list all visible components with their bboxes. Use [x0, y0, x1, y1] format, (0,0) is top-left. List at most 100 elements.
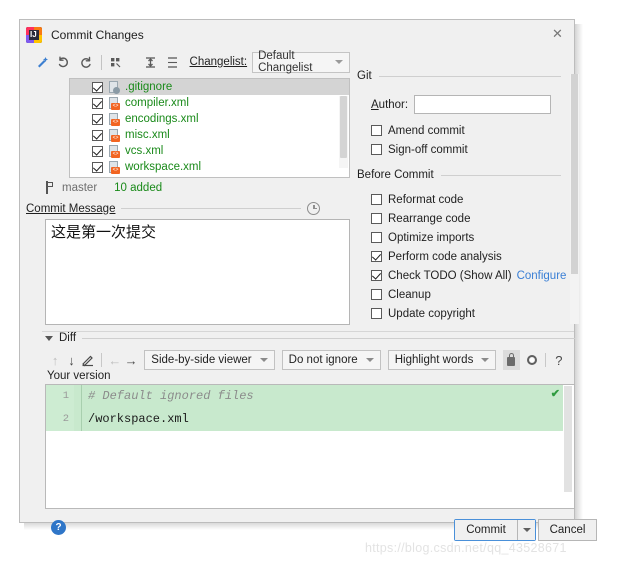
- branch-status: master 10 added: [45, 181, 162, 194]
- rearrange-code-checkbox[interactable]: Rearrange code: [357, 209, 579, 228]
- option-label: Rearrange code: [388, 212, 471, 225]
- file-checkbox[interactable]: [92, 161, 103, 173]
- file-list-item[interactable]: <> encodings.xml: [70, 111, 349, 127]
- option-label: Perform code analysis: [388, 250, 502, 263]
- option-label: Cleanup: [388, 288, 431, 301]
- collapse-all-icon[interactable]: [162, 51, 183, 73]
- previous-difference-icon[interactable]: ↑: [47, 350, 63, 370]
- diff-toolbar-separator: [544, 353, 546, 367]
- option-label: Reformat code: [388, 193, 464, 206]
- xml-file-icon: <>: [108, 112, 121, 126]
- file-name: encodings.xml: [125, 113, 199, 125]
- file-list-scrollbar[interactable]: [339, 96, 348, 168]
- highlight-dropdown[interactable]: Highlight words: [387, 350, 497, 370]
- chevron-down-icon: [522, 528, 531, 532]
- commit-changes-dialog: IJ Commit Changes ✕ Changelist: Default …: [19, 19, 597, 541]
- diff-line: # Default ignored files: [88, 389, 254, 403]
- options-scrollbar[interactable]: [570, 74, 579, 324]
- check-todo-checkbox[interactable]: Check TODO (Show All) Configure: [357, 266, 579, 285]
- file-name: .gitignore: [125, 81, 173, 93]
- diff-section-header[interactable]: Diff: [45, 332, 575, 344]
- cleanup-checkbox[interactable]: Cleanup: [357, 285, 579, 304]
- diff-line: /workspace.xml: [88, 412, 189, 426]
- changelist-dropdown[interactable]: Default Changelist: [252, 50, 351, 74]
- chevron-down-icon: [481, 358, 490, 362]
- intellij-idea-icon: IJ: [26, 26, 42, 43]
- section-divider: [82, 337, 575, 339]
- file-list-item[interactable]: .gitignore: [70, 79, 349, 95]
- next-difference-icon[interactable]: ↓: [63, 350, 79, 370]
- option-label: Amend commit: [388, 124, 465, 137]
- commit-button[interactable]: Commit: [455, 520, 518, 540]
- branch-name: master: [62, 181, 98, 194]
- file-checkbox[interactable]: [92, 113, 103, 125]
- show-diff-icon[interactable]: [32, 51, 53, 73]
- cancel-button[interactable]: Cancel: [538, 519, 597, 541]
- file-checkbox[interactable]: [92, 97, 103, 109]
- checkbox-box: [371, 213, 382, 224]
- file-checkbox[interactable]: [92, 81, 103, 93]
- file-list-item[interactable]: <> misc.xml: [70, 127, 349, 143]
- line-number: 1: [62, 390, 69, 402]
- xml-file-icon: <>: [108, 128, 121, 142]
- expand-all-icon[interactable]: [141, 51, 162, 73]
- commit-options-panel: Git Author: Amend commit Sign-off commit…: [357, 70, 579, 328]
- clock-icon[interactable]: [307, 202, 321, 215]
- checkbox-box: [371, 308, 382, 319]
- close-icon[interactable]: ✕: [541, 20, 574, 48]
- optimize-imports-checkbox[interactable]: Optimize imports: [357, 228, 579, 247]
- file-list-item[interactable]: <> vcs.xml: [70, 143, 349, 159]
- file-checkbox[interactable]: [92, 129, 103, 141]
- next-file-icon[interactable]: →: [123, 350, 139, 370]
- viewer-mode-dropdown[interactable]: Side-by-side viewer: [144, 350, 275, 370]
- highlight-value: Highlight words: [394, 354, 474, 366]
- checkbox-box: [371, 270, 382, 281]
- rollback-icon[interactable]: [54, 51, 75, 73]
- dialog-titlebar: IJ Commit Changes ✕: [20, 20, 574, 49]
- perform-code-analysis-checkbox[interactable]: Perform code analysis: [357, 247, 579, 266]
- file-name: vcs.xml: [125, 145, 164, 157]
- group-by-icon[interactable]: [105, 51, 126, 73]
- commit-options-dropdown[interactable]: [518, 520, 535, 540]
- author-label: Author:: [371, 98, 409, 111]
- configure-link[interactable]: Configure: [517, 270, 567, 282]
- file-list-item[interactable]: <> compiler.xml: [70, 95, 349, 111]
- before-commit-section-title: Before Commit: [357, 169, 579, 181]
- help-icon[interactable]: ?: [551, 350, 567, 370]
- chevron-down-icon: [45, 335, 53, 341]
- gear-icon[interactable]: [524, 350, 540, 370]
- author-input[interactable]: [414, 95, 552, 114]
- viewer-mode-value: Side-by-side viewer: [151, 354, 252, 366]
- commit-message-input[interactable]: 这是第一次提交: [45, 219, 350, 325]
- whitespace-dropdown[interactable]: Do not ignore: [281, 350, 381, 370]
- diff-scrollbar[interactable]: [563, 386, 573, 507]
- added-count: 10 added: [114, 181, 163, 194]
- file-checkbox[interactable]: [92, 145, 103, 157]
- diff-lines: # Default ignored files /workspace.xml: [74, 385, 563, 431]
- checkbox-box: [371, 144, 382, 155]
- changelist-label: Changelist:: [189, 56, 248, 68]
- edit-source-icon[interactable]: [80, 350, 96, 370]
- reformat-code-checkbox[interactable]: Reformat code: [357, 190, 579, 209]
- option-label: Sign-off commit: [388, 143, 468, 156]
- previous-file-icon[interactable]: ←: [107, 350, 123, 370]
- file-name: compiler.xml: [125, 97, 189, 109]
- diff-viewer[interactable]: # Default ignored files /workspace.xml 1…: [45, 384, 575, 509]
- option-label: Update copyright: [388, 307, 475, 320]
- commit-button-group: Commit: [454, 519, 536, 541]
- whitespace-value: Do not ignore: [288, 354, 358, 366]
- diff-ok-icon: ✔: [550, 388, 560, 400]
- changed-files-list[interactable]: .gitignore <> compiler.xml <> encodings.…: [69, 78, 350, 178]
- sign-off-commit-checkbox[interactable]: Sign-off commit: [357, 140, 579, 159]
- help-button[interactable]: ?: [51, 520, 66, 535]
- amend-commit-checkbox[interactable]: Amend commit: [357, 121, 579, 140]
- lock-icon[interactable]: [503, 350, 520, 370]
- xml-file-icon: <>: [108, 144, 121, 158]
- file-list-item[interactable]: <> workspace.xml: [70, 159, 349, 175]
- commit-message-title: Commit Message: [26, 202, 116, 215]
- xml-file-icon: <>: [108, 96, 121, 110]
- update-copyright-checkbox[interactable]: Update copyright: [357, 304, 579, 323]
- screenshot-root: IJ Commit Changes ✕ Changelist: Default …: [0, 0, 617, 570]
- refresh-icon[interactable]: [75, 51, 96, 73]
